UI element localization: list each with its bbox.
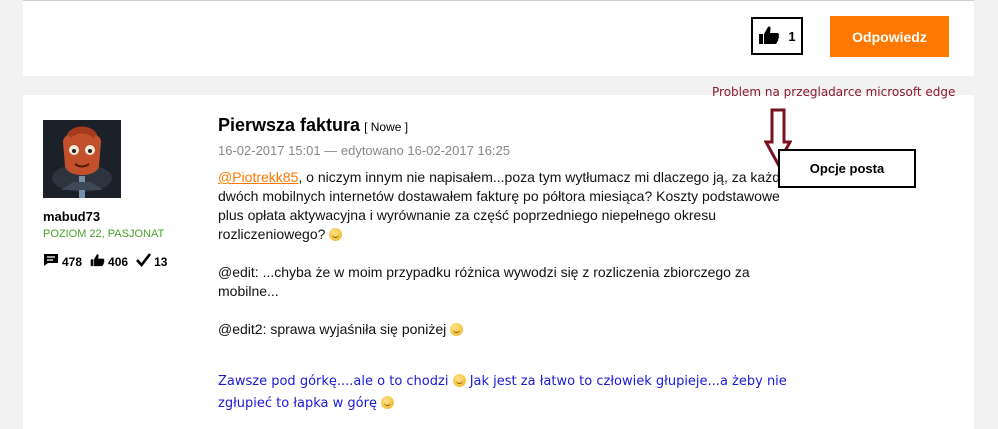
signature-text: Zawsze pod górkę....ale o to chodzi	[218, 374, 449, 389]
avatar[interactable]	[43, 120, 121, 198]
post-title: Pierwsza faktura [ Nowe ]	[218, 115, 408, 136]
new-badge: [ Nowe ]	[364, 120, 409, 134]
author-username[interactable]: mabud73	[43, 209, 100, 224]
user-signature: Zawsze pod górkę....ale o to chodzi Jak …	[218, 371, 808, 415]
stat-kudos: 406	[90, 253, 128, 270]
post-paragraph: @Piotrekk85, o niczym innym nie napisałe…	[218, 168, 808, 244]
paragraph-text: @edit2: sprawa wyjaśniła się poniżej	[218, 321, 447, 337]
author-rank: POZIOM 22, PASJONAT	[43, 228, 165, 240]
smiley-icon	[381, 396, 395, 409]
paragraph-text: , o niczym innym nie napisałem...poza ty…	[218, 169, 798, 242]
top-action-bar: 1 Odpowiedz	[23, 0, 974, 76]
chat-icon	[43, 253, 59, 270]
paragraph-text: @edit: ...chyba że w moim przypadku różn…	[218, 264, 750, 299]
smiley-icon	[452, 374, 466, 387]
post-options-button[interactable]: Opcje posta	[778, 149, 916, 188]
kudos-count: 1	[788, 28, 796, 44]
post-card: mabud73 POZIOM 22, PASJONAT 478 406 13 P…	[23, 95, 974, 429]
post-paragraph: @edit: ...chyba że w moim przypadku różn…	[218, 263, 808, 301]
kudos-received-count: 406	[108, 254, 129, 269]
reply-button[interactable]: Odpowiedz	[830, 16, 949, 57]
smiley-icon	[329, 228, 343, 241]
user-mention-link[interactable]: @Piotrekk85	[218, 169, 298, 185]
checkmark-icon	[136, 253, 152, 270]
post-paragraph: @edit2: sprawa wyjaśniła się poniżej	[218, 320, 808, 339]
annotation-text: Problem na przegladarce microsoft edge	[712, 85, 956, 99]
stat-messages: 478	[43, 253, 82, 270]
stat-solutions: 13	[136, 253, 167, 270]
messages-count: 478	[62, 254, 83, 269]
author-stats: 478 406 13	[43, 253, 175, 270]
post-date: 16-02-2017 15:01 — edytowano 16-02-2017 …	[218, 143, 510, 158]
thumbs-up-icon	[90, 253, 105, 270]
kudos-button[interactable]: 1	[751, 17, 803, 55]
post-body: @Piotrekk85, o niczym innym nie napisałe…	[218, 168, 808, 358]
post-title-text[interactable]: Pierwsza faktura	[218, 115, 360, 135]
thumbs-up-icon	[758, 25, 780, 48]
solutions-count: 13	[154, 254, 168, 269]
smiley-icon	[450, 323, 464, 336]
